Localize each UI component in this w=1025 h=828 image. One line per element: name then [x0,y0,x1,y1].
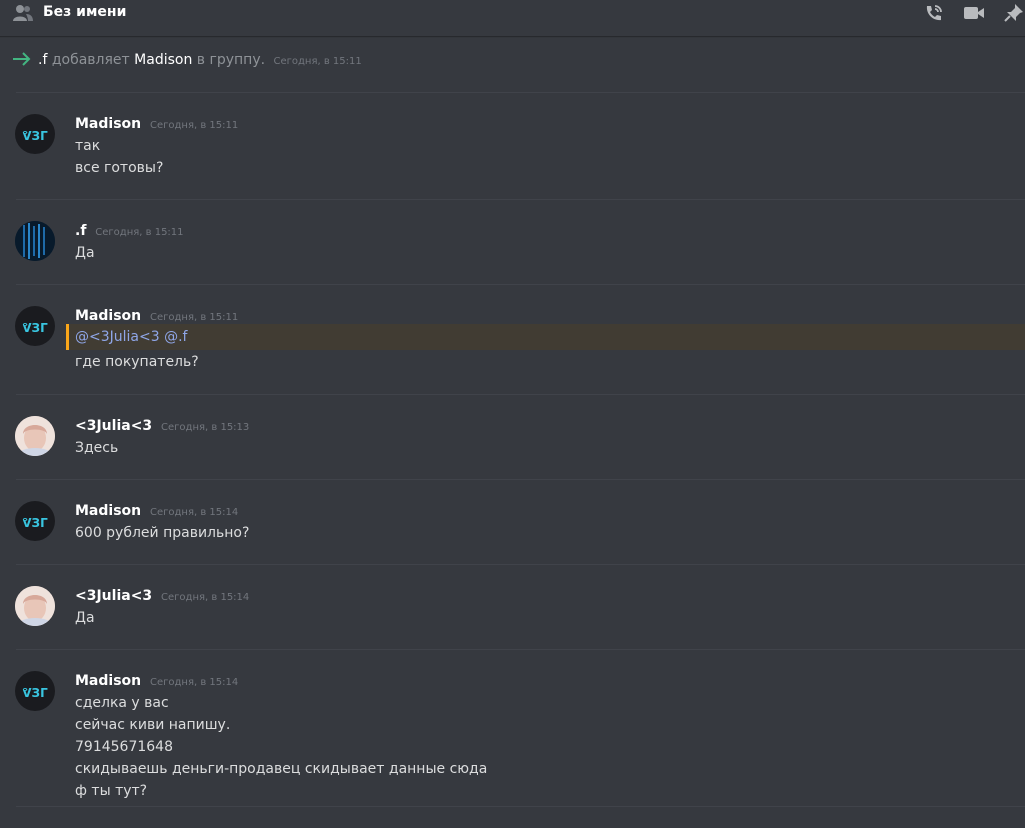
system-target[interactable]: Madison [134,52,192,68]
message-line: сейчас киви напишу. [75,717,231,733]
message-author[interactable]: .f Сегодня, в 15:11 [75,223,184,239]
channel-header: Без имени [0,0,1025,36]
divider [16,92,1025,93]
avatar-logo-icon: ᕓЗГ [22,516,48,530]
divider [16,806,1025,807]
svg-text:ᕓЗГ: ᕓЗГ [22,129,48,143]
arrow-right-icon [13,52,31,66]
system-timestamp: Сегодня, в 15:11 [273,56,362,67]
system-message: .f добавляет Madison в группу. Сегодня, … [0,48,1025,76]
phone-call-icon[interactable] [923,3,945,23]
author-name[interactable]: Madison [75,308,141,324]
people-icon [13,5,33,21]
message-timestamp: Сегодня, в 15:11 [150,120,239,131]
avatar-photo-icon [15,586,55,626]
avatar[interactable] [15,416,55,456]
divider [16,199,1025,200]
avatar[interactable] [15,586,55,626]
mention-highlight [66,324,1025,350]
system-suffix: в группу. [196,52,266,68]
svg-text:ᕓЗГ: ᕓЗГ [22,321,48,335]
message-line: 600 рублей правильно? [75,525,250,541]
message-timestamp: Сегодня, в 15:11 [150,312,239,323]
svg-text:ᕓЗГ: ᕓЗГ [22,686,48,700]
pin-icon[interactable] [1003,3,1025,23]
avatar-logo-icon: ᕓЗГ [22,129,48,143]
video-icon[interactable] [963,3,985,23]
mention-line: @<3Julia<3 @.f [75,329,187,345]
message-line: сделка у вас [75,695,169,711]
system-actor[interactable]: .f [38,52,47,68]
message-line: Да [75,610,95,626]
divider [16,394,1025,395]
message-timestamp: Сегодня, в 15:11 [95,227,184,238]
author-name[interactable]: .f [75,223,86,239]
message-line: все готовы? [75,160,164,176]
message-author[interactable]: Madison Сегодня, в 15:11 [75,308,238,324]
message-author[interactable]: Madison Сегодня, в 15:11 [75,116,238,132]
message-author[interactable]: Madison Сегодня, в 15:14 [75,673,238,689]
avatar[interactable]: ᕓЗГ [15,306,55,346]
message-author[interactable]: Madison Сегодня, в 15:14 [75,503,238,519]
message-line: Здесь [75,440,119,456]
message-line: 79145671648 [75,739,173,755]
page-title: Без имени [43,4,127,20]
avatar[interactable]: ᕓЗГ [15,114,55,154]
message-line: так [75,138,101,154]
svg-text:ᕓЗГ: ᕓЗГ [22,516,48,530]
avatar-photo-icon [15,416,55,456]
divider [16,284,1025,285]
message-author[interactable]: <3Julia<3 Сегодня, в 15:13 [75,418,249,434]
message-timestamp: Сегодня, в 15:14 [161,592,250,603]
message-timestamp: Сегодня, в 15:13 [161,422,250,433]
user-mention[interactable]: @.f [164,329,187,345]
message-line: Да [75,245,95,261]
avatar-logo-icon: ᕓЗГ [22,321,48,335]
author-name[interactable]: <3Julia<3 [75,588,152,604]
message-line: скидываешь деньги-продавец скидывает дан… [75,761,488,777]
divider [16,479,1025,480]
message-timestamp: Сегодня, в 15:14 [150,507,239,518]
message-line: где покупатель? [75,354,199,370]
author-name[interactable]: <3Julia<3 [75,418,152,434]
avatar[interactable]: ᕓЗГ [15,501,55,541]
system-verb: добавляет [51,52,130,68]
author-name[interactable]: Madison [75,503,141,519]
user-mention[interactable]: @<3Julia<3 [75,329,160,345]
avatar-logo-icon: ᕓЗГ [22,686,48,700]
divider [16,564,1025,565]
divider [16,649,1025,650]
message-timestamp: Сегодня, в 15:14 [150,677,239,688]
author-name[interactable]: Madison [75,673,141,689]
system-message-text: .f добавляет Madison в группу. Сегодня, … [38,52,362,68]
message-author[interactable]: <3Julia<3 Сегодня, в 15:14 [75,588,249,604]
author-name[interactable]: Madison [75,116,141,132]
avatar-image-icon [15,221,55,261]
avatar[interactable] [15,221,55,261]
message-line: ф ты тут? [75,783,148,799]
avatar[interactable]: ᕓЗГ [15,671,55,711]
